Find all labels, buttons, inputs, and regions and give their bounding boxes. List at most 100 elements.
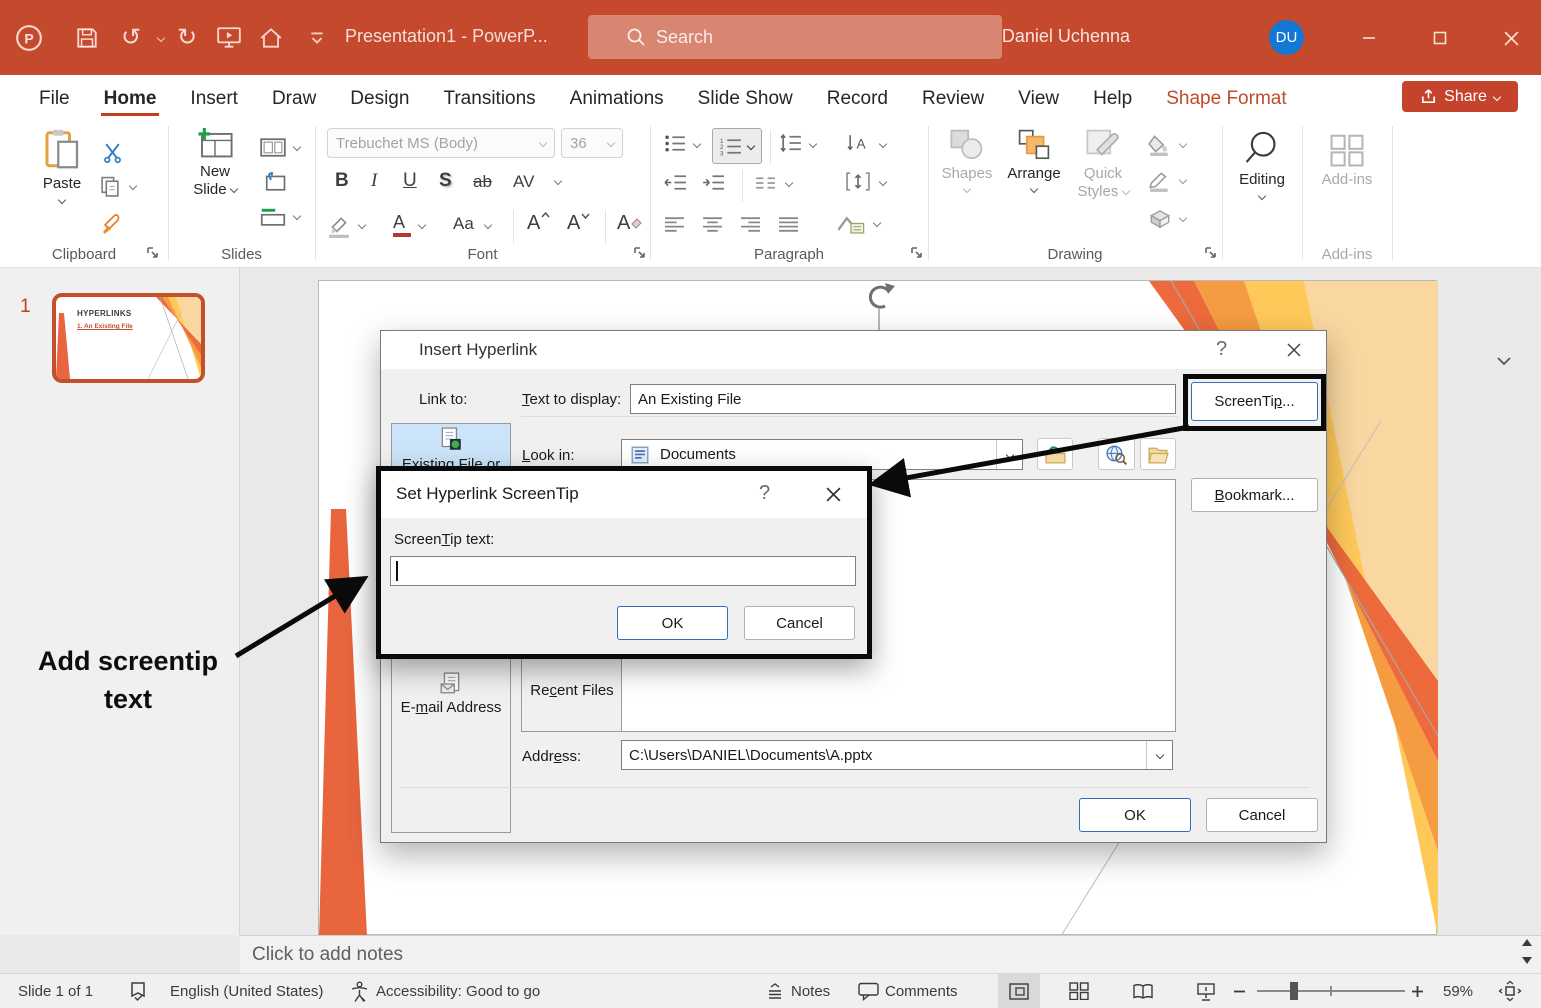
browse-file-button[interactable] bbox=[1140, 438, 1176, 470]
avatar[interactable]: DU bbox=[1269, 20, 1304, 55]
font-name-combo[interactable]: Trebuchet MS (Body) bbox=[327, 128, 555, 158]
zoom-in-icon[interactable] bbox=[1411, 974, 1424, 1008]
format-painter-icon[interactable] bbox=[101, 212, 123, 234]
line-spacing-dropdown-icon[interactable] bbox=[808, 139, 818, 149]
quick-access-customize-icon[interactable] bbox=[302, 23, 332, 53]
save-icon[interactable] bbox=[72, 23, 102, 53]
recent-files-tab[interactable]: Recent Files bbox=[522, 648, 622, 733]
spacing-dropdown-icon[interactable] bbox=[553, 176, 563, 186]
drawing-dialog-launcher-icon[interactable] bbox=[1204, 246, 1218, 260]
clipboard-dialog-launcher-icon[interactable] bbox=[146, 246, 160, 260]
reset-slide-icon[interactable] bbox=[262, 172, 287, 192]
collapse-ribbon-icon[interactable] bbox=[1496, 356, 1512, 367]
notes-pane[interactable]: Click to add notes bbox=[240, 935, 1541, 973]
highlight-dropdown-icon[interactable] bbox=[357, 220, 367, 230]
slide-sorter-view-button[interactable] bbox=[1058, 974, 1100, 1008]
tab-insert[interactable]: Insert bbox=[173, 80, 255, 116]
strikethrough-button[interactable]: ab bbox=[473, 172, 492, 192]
screentip-ok-button[interactable]: OK bbox=[617, 606, 728, 640]
help-button[interactable]: ? bbox=[759, 482, 770, 505]
tab-view[interactable]: View bbox=[1001, 80, 1076, 116]
font-size-combo[interactable]: 36 bbox=[561, 128, 623, 158]
font-color-button[interactable]: A bbox=[393, 212, 411, 237]
columns-icon[interactable] bbox=[754, 176, 777, 190]
slide-indicator[interactable]: Slide 1 of 1 bbox=[18, 974, 93, 1008]
browse-web-button[interactable] bbox=[1098, 438, 1135, 470]
shape-fill-icon[interactable] bbox=[1148, 134, 1172, 156]
copy-icon[interactable] bbox=[100, 176, 121, 197]
insert-dialog-ok-button[interactable]: OK bbox=[1079, 798, 1191, 832]
increase-indent-icon[interactable] bbox=[702, 174, 725, 191]
zoom-slider-thumb[interactable] bbox=[1290, 982, 1298, 1000]
accessibility-status[interactable]: Accessibility: Good to go bbox=[376, 974, 540, 1008]
align-right-icon[interactable] bbox=[740, 216, 761, 233]
smartart-dropdown-icon[interactable] bbox=[872, 218, 882, 228]
paste-button[interactable]: Paste bbox=[30, 128, 94, 205]
home-icon[interactable] bbox=[256, 23, 286, 53]
sidebar-email-address-button[interactable]: E-mail Address bbox=[392, 670, 510, 730]
screentip-text-input[interactable] bbox=[390, 556, 856, 586]
tab-transitions[interactable]: Transitions bbox=[426, 80, 552, 116]
underline-button[interactable]: U bbox=[403, 170, 417, 192]
tab-file[interactable]: File bbox=[22, 80, 87, 116]
redo-icon[interactable]: ↻ bbox=[172, 23, 202, 53]
line-spacing-icon[interactable] bbox=[780, 133, 803, 153]
slide-thumbnail[interactable]: HYPERLINKS 1. An Existing File bbox=[52, 293, 205, 383]
quick-styles-button[interactable]: Quick Styles bbox=[1070, 128, 1136, 201]
font-dialog-launcher-icon[interactable] bbox=[633, 246, 647, 260]
shape-outline-dropdown-icon[interactable] bbox=[1178, 175, 1188, 185]
grow-font-button[interactable]: A bbox=[527, 211, 550, 235]
layout-dropdown-icon[interactable] bbox=[292, 142, 302, 152]
normal-view-button[interactable] bbox=[998, 974, 1040, 1008]
clear-formatting-button[interactable]: A bbox=[617, 212, 643, 235]
justify-icon[interactable] bbox=[778, 216, 799, 233]
tab-help[interactable]: Help bbox=[1076, 80, 1149, 116]
highlight-color-icon[interactable] bbox=[327, 214, 351, 238]
arrange-button[interactable]: Arrange bbox=[1000, 128, 1068, 194]
search-box[interactable]: Search bbox=[588, 15, 1002, 59]
section-icon[interactable] bbox=[260, 208, 286, 226]
close-icon[interactable] bbox=[1494, 22, 1528, 54]
font-color-dropdown-icon[interactable] bbox=[417, 220, 427, 230]
tab-animations[interactable]: Animations bbox=[553, 80, 681, 116]
change-case-dropdown-icon[interactable] bbox=[483, 220, 493, 230]
columns-dropdown-icon[interactable] bbox=[784, 178, 794, 188]
shape-effects-icon[interactable] bbox=[1148, 208, 1172, 230]
spell-check-icon[interactable] bbox=[128, 974, 148, 1008]
align-text-dropdown-icon[interactable] bbox=[878, 177, 888, 187]
slide-layout-icon[interactable] bbox=[260, 138, 286, 157]
italic-button[interactable]: I bbox=[371, 170, 377, 192]
powerpoint-logo-icon[interactable]: P bbox=[14, 23, 44, 53]
paragraph-dialog-launcher-icon[interactable] bbox=[910, 246, 924, 260]
zoom-out-icon[interactable] bbox=[1233, 974, 1246, 1008]
character-spacing-button[interactable]: AV bbox=[513, 172, 534, 192]
tab-home[interactable]: Home bbox=[87, 80, 174, 116]
zoom-level[interactable]: 59% bbox=[1443, 974, 1473, 1008]
convert-smartart-icon[interactable] bbox=[836, 214, 866, 234]
address-combo[interactable]: C:\Users\DANIEL\Documents\A.pptx bbox=[621, 740, 1173, 770]
bullets-icon[interactable] bbox=[664, 134, 687, 153]
tab-shape-format[interactable]: Shape Format bbox=[1149, 80, 1303, 116]
bold-button[interactable]: B bbox=[335, 170, 349, 192]
addins-button[interactable]: Add-ins bbox=[1315, 132, 1379, 189]
align-center-icon[interactable] bbox=[702, 216, 723, 233]
bookmark-button[interactable]: Bookmark... bbox=[1191, 478, 1318, 512]
comments-toggle[interactable]: Comments bbox=[858, 974, 958, 1008]
slideshow-view-button[interactable] bbox=[1185, 974, 1227, 1008]
screentip-cancel-button[interactable]: Cancel bbox=[744, 606, 855, 640]
text-direction-icon[interactable]: A bbox=[846, 133, 869, 153]
fit-to-window-icon[interactable] bbox=[1498, 974, 1522, 1008]
close-icon[interactable] bbox=[1286, 342, 1302, 358]
shape-fill-dropdown-icon[interactable] bbox=[1178, 139, 1188, 149]
address-dropdown-icon[interactable] bbox=[1146, 741, 1172, 769]
numbering-button-selected[interactable]: 123 bbox=[712, 128, 762, 164]
look-in-dropdown-icon[interactable] bbox=[996, 440, 1022, 469]
tab-draw[interactable]: Draw bbox=[255, 80, 333, 116]
language-indicator[interactable]: English (United States) bbox=[170, 974, 323, 1008]
slideshow-from-start-icon[interactable] bbox=[214, 23, 244, 53]
shape-outline-icon[interactable] bbox=[1148, 170, 1172, 192]
undo-icon[interactable]: ↺ bbox=[116, 23, 146, 53]
insert-dialog-cancel-button[interactable]: Cancel bbox=[1206, 798, 1318, 832]
text-to-display-input[interactable]: An Existing File bbox=[630, 384, 1176, 414]
align-left-icon[interactable] bbox=[664, 216, 685, 233]
